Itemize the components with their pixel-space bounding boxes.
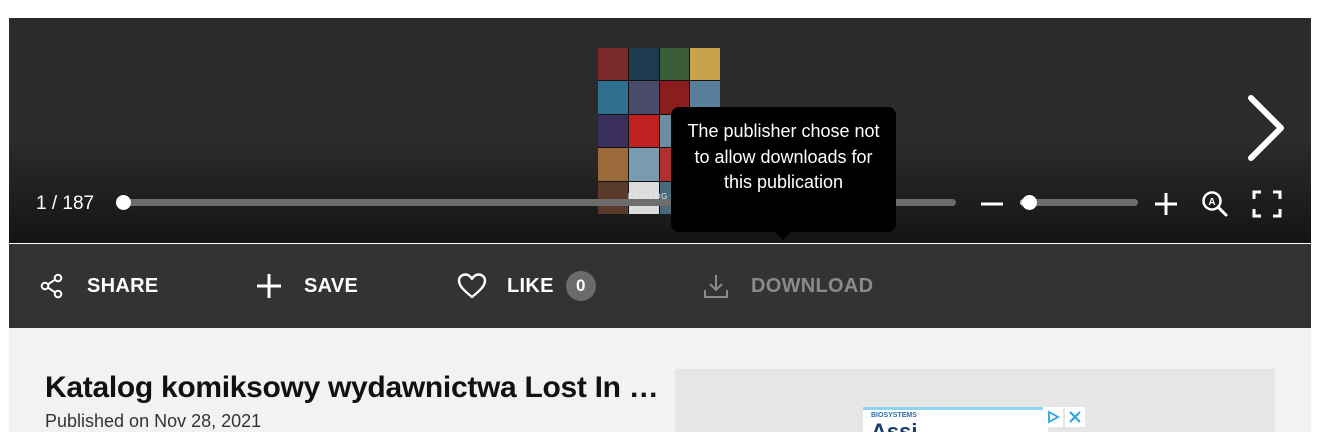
cover-tile [690, 48, 720, 81]
download-button[interactable]: DOWNLOAD [701, 244, 873, 328]
plus-icon [254, 271, 284, 301]
plus-icon [1155, 193, 1177, 215]
like-count-badge: 0 [565, 271, 596, 301]
save-label: SAVE [304, 274, 359, 297]
download-disabled-tooltip: The publisher chose not to allow downloa… [671, 107, 896, 232]
cover-tile [659, 48, 690, 81]
share-button[interactable]: SHARE [37, 244, 159, 328]
tooltip-pointer [774, 231, 792, 240]
zoom-out-button[interactable] [979, 191, 1005, 217]
ad-banner[interactable]: BIOSYSTEMS Assi [863, 407, 1048, 432]
cover-tile [598, 148, 628, 181]
cover-tile [628, 148, 659, 181]
next-page-button[interactable] [1241, 93, 1291, 163]
page-title: Katalog komiksowy wydawnictwa Lost In Ti… [45, 371, 673, 404]
close-icon [1069, 411, 1081, 423]
magnifier-button[interactable]: A [1201, 190, 1229, 218]
share-icon [37, 271, 67, 301]
minus-icon [981, 202, 1003, 206]
cover-tile [628, 81, 659, 114]
cover-tile [628, 48, 659, 81]
cover-tile [598, 48, 628, 81]
fullscreen-icon [1252, 190, 1282, 218]
cover-tile [598, 81, 628, 114]
zoom-handle[interactable] [1022, 195, 1038, 210]
zoom-slider[interactable] [1020, 195, 1138, 210]
zoom-in-button[interactable] [1153, 191, 1179, 217]
page-progress-handle[interactable] [116, 195, 132, 210]
ad-close-button[interactable] [1065, 407, 1085, 427]
adchoices-button[interactable] [1043, 407, 1063, 427]
action-bar: SHARE SAVE LIKE 0 DOWNLOAD [9, 244, 1311, 328]
ad-container: BIOSYSTEMS Assi [675, 369, 1275, 432]
share-label: SHARE [87, 274, 159, 297]
svg-text:A: A [1208, 197, 1215, 208]
ad-brand: BIOSYSTEMS [871, 412, 917, 419]
fullscreen-button[interactable] [1252, 190, 1282, 218]
cover-tile [628, 114, 659, 148]
download-icon [701, 271, 731, 301]
publication-viewer: KATALOG 2021 1 / 187 A [9, 18, 1311, 243]
published-date: Published on Nov 28, 2021 [45, 411, 262, 431]
adchoices-icon [1048, 410, 1060, 424]
download-label: DOWNLOAD [751, 274, 874, 297]
ad-headline: Assi [871, 419, 918, 432]
zoom-magnify-icon: A [1202, 191, 1228, 217]
like-label: LIKE [507, 274, 554, 297]
like-button[interactable]: LIKE 0 [457, 244, 596, 328]
chevron-right-icon [1248, 95, 1284, 161]
publication-details: Katalog komiksowy wydawnictwa Lost In Ti… [9, 328, 1311, 432]
cover-tile [598, 114, 628, 148]
page-counter: 1 / 187 [36, 193, 95, 214]
save-button[interactable]: SAVE [254, 244, 358, 328]
heart-icon [457, 271, 487, 301]
